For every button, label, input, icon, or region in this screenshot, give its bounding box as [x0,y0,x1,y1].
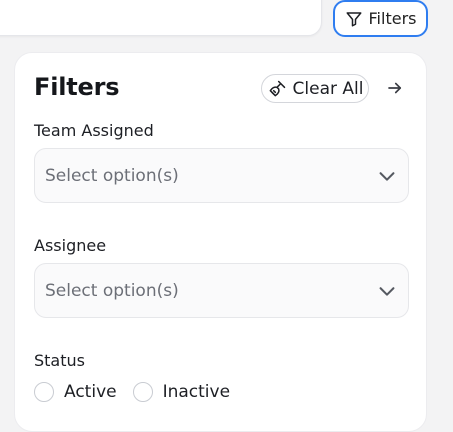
status-label: Status [34,351,85,370]
top-bar: Filters [0,0,453,44]
panel-title: Filters [34,73,120,101]
clear-all-button[interactable]: Clear All [261,74,369,103]
assignee-select[interactable]: Select option(s) [34,263,409,318]
assignee-placeholder: Select option(s) [45,280,179,301]
clear-all-label: Clear All [292,78,364,99]
radio-button[interactable] [132,382,153,402]
radio-button[interactable] [34,382,54,402]
filters-panel: Filters Clear All Team Assigned Select o… [14,52,427,432]
chevron-down-icon [376,280,398,302]
broom-icon [267,79,287,99]
status-radio-group: Active Inactive [34,382,246,402]
status-option-label: Inactive [162,382,231,402]
assignee-label: Assignee [34,236,107,255]
team-assigned-select[interactable]: Select option(s) [34,148,409,203]
collapse-panel-button[interactable] [385,78,405,98]
team-assigned-label: Team Assigned [34,121,154,140]
status-option-active[interactable]: Active [34,382,117,402]
chevron-down-icon [376,165,398,187]
filters-toggle-button[interactable]: Filters [333,0,428,37]
team-assigned-placeholder: Select option(s) [45,165,179,186]
search-box[interactable] [0,0,322,36]
arrow-right-icon [386,79,404,97]
filters-toggle-label: Filters [368,9,417,28]
status-option-inactive[interactable]: Inactive [132,382,231,402]
funnel-icon [345,10,363,28]
status-option-label: Active [64,382,117,402]
